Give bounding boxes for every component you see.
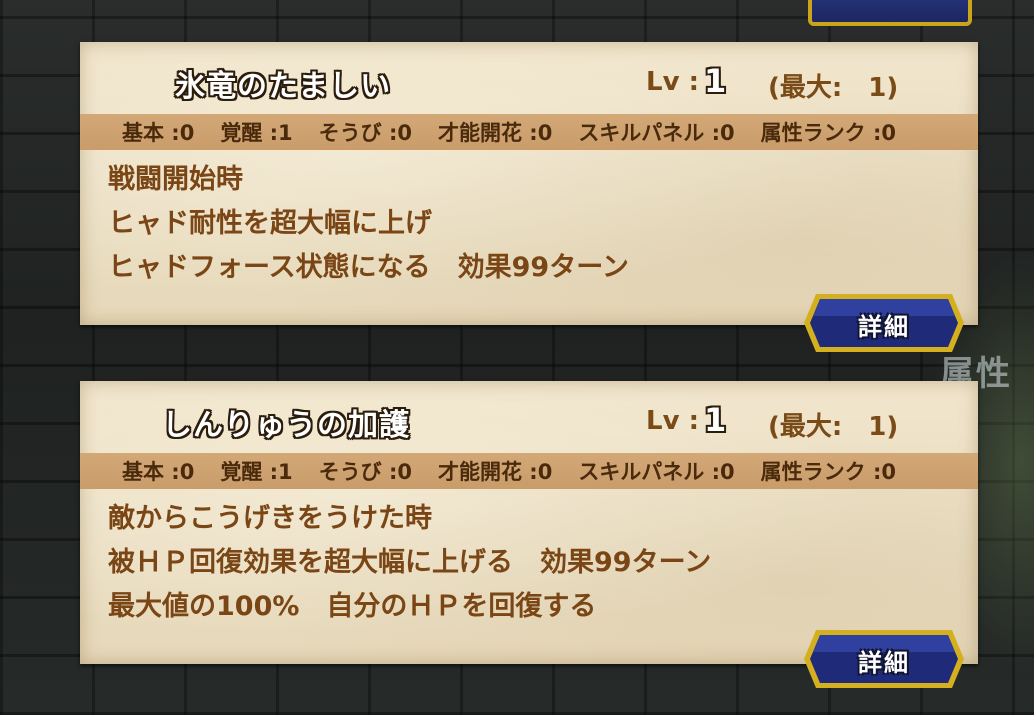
skill-name: しんりゅうの加護 (162, 408, 410, 443)
stat-awakening: 覚醒 :1 (220, 460, 293, 484)
skill-description: 敵からこうげきをうけた時 被ＨＰ回復効果を超大幅に上げる 効果99ターン 最大値… (108, 497, 711, 629)
level-label: Lv : (646, 406, 699, 436)
level-max: (最大: 1) (768, 412, 899, 442)
detail-button[interactable]: 詳細 (802, 626, 966, 692)
detail-button-label: 詳細 (858, 313, 910, 341)
skill-name: 氷竜のたましい (175, 69, 392, 104)
skill-panel: 氷竜のたましい Lv : 1 (最大: 1) 基本 :0 覚醒 :1 そうび :… (80, 42, 978, 325)
description-line: ヒャド耐性を超大幅に上げ (108, 208, 432, 239)
level-value: 1 (704, 401, 727, 439)
stat-equipment: そうび :0 (318, 460, 412, 484)
description-line: 最大値の100% 自分のＨＰを回復する (108, 591, 597, 622)
offscreen-button-fragment[interactable] (808, 0, 972, 26)
detail-button[interactable]: 詳細 (802, 290, 966, 356)
stat-skill-panel: スキルパネル :0 (578, 460, 735, 484)
level-breakdown-bar: 基本 :0 覚醒 :1 そうび :0 才能開花 :0 スキルパネル :0 属性ラ… (80, 114, 978, 150)
skill-description: 戦闘開始時 ヒャド耐性を超大幅に上げ ヒャドフォース状態になる 効果99ターン (108, 158, 629, 290)
stat-attribute-rank: 属性ランク :0 (760, 460, 896, 484)
skill-panel-header: しんりゅうの加護 Lv : 1 (最大: 1) (80, 381, 978, 453)
level-value: 1 (704, 62, 727, 100)
stat-talent-bloom: 才能開花 :0 (437, 460, 553, 484)
stat-base: 基本 :0 (122, 121, 195, 145)
stat-equipment: そうび :0 (318, 121, 412, 145)
description-line: ヒャドフォース状態になる 効果99ターン (108, 252, 629, 283)
level-breakdown-bar: 基本 :0 覚醒 :1 そうび :0 才能開花 :0 スキルパネル :0 属性ラ… (80, 453, 978, 489)
description-line: 被ＨＰ回復効果を超大幅に上げる 効果99ターン (108, 547, 712, 578)
skill-panel: しんりゅうの加護 Lv : 1 (最大: 1) 基本 :0 覚醒 :1 そうび … (80, 381, 978, 664)
level-label: Lv : (646, 67, 699, 97)
stat-talent-bloom: 才能開花 :0 (437, 121, 553, 145)
skill-panel-header: 氷竜のたましい Lv : 1 (最大: 1) (80, 42, 978, 114)
description-line: 敵からこうげきをうけた時 (108, 503, 432, 534)
description-line: 戦闘開始時 (108, 164, 243, 195)
level-max: (最大: 1) (768, 73, 899, 103)
stat-attribute-rank: 属性ランク :0 (760, 121, 896, 145)
detail-button-label: 詳細 (858, 649, 910, 677)
stat-skill-panel: スキルパネル :0 (578, 121, 735, 145)
stat-base: 基本 :0 (122, 460, 195, 484)
stat-awakening: 覚醒 :1 (220, 121, 293, 145)
